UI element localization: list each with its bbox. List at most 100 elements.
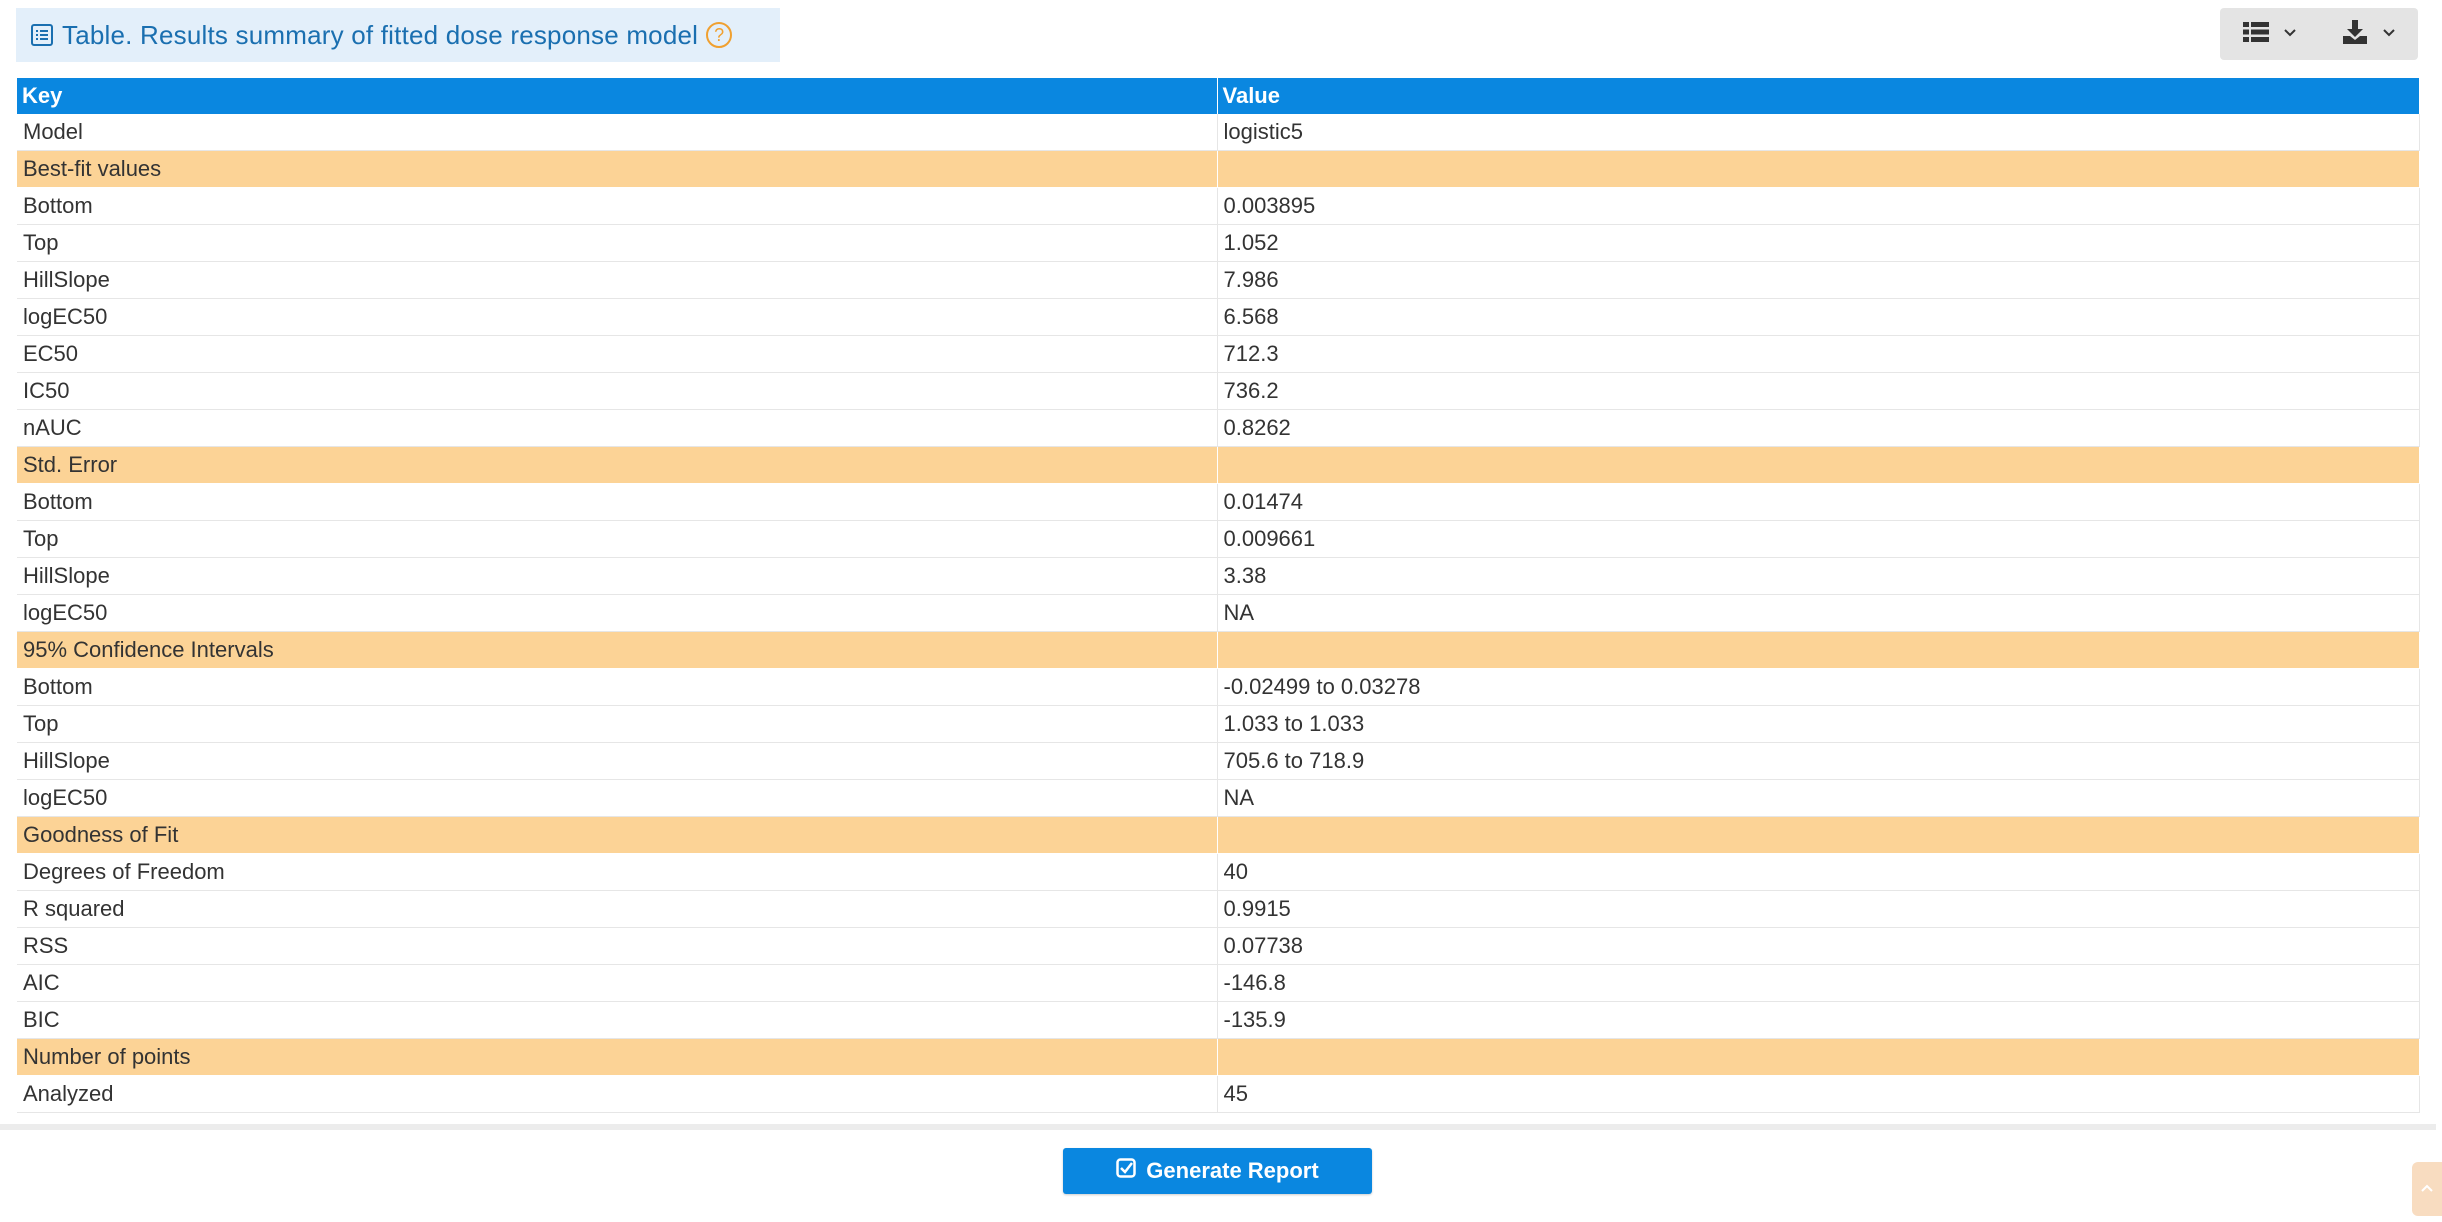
value-cell: 0.009661	[1217, 520, 2420, 558]
value-cell	[1217, 446, 2420, 484]
table-row: Bottom 0.01474	[17, 483, 2420, 521]
section-header-row: Best-fit values	[17, 150, 2420, 188]
value-cell	[1217, 631, 2420, 669]
key-cell: Top	[17, 520, 1218, 558]
key-cell: nAUC	[17, 409, 1218, 447]
table-row: Degrees of Freedom 40	[17, 853, 2420, 891]
value-cell: 3.38	[1217, 557, 2420, 595]
key-cell: Bottom	[17, 668, 1218, 706]
table-row: IC50 736.2	[17, 372, 2420, 410]
scroll-to-top-button[interactable]	[2412, 1162, 2442, 1216]
table-row: logEC50 6.568	[17, 298, 2420, 336]
value-cell: logistic5	[1217, 114, 2420, 151]
table-row: Top 0.009661	[17, 520, 2420, 558]
table-row: EC50 712.3	[17, 335, 2420, 373]
table-row: logEC50 NA	[17, 779, 2420, 817]
key-cell: logEC50	[17, 779, 1218, 817]
table-title: Table. Results summary of fitted dose re…	[62, 19, 699, 50]
section-header-row: Std. Error	[17, 446, 2420, 484]
table-row: Bottom 0.003895	[17, 187, 2420, 225]
value-cell: 712.3	[1217, 335, 2420, 373]
table-row: AIC -146.8	[17, 964, 2420, 1002]
key-cell: logEC50	[17, 594, 1218, 632]
column-header-key[interactable]: Key	[17, 78, 1218, 114]
key-cell: IC50	[17, 372, 1218, 410]
table-body: Model logistic5 Best-fit values Bottom 0.003…	[17, 114, 2420, 1113]
key-cell: BIC	[17, 1001, 1218, 1039]
table-list-icon	[30, 23, 54, 47]
table-row: Top 1.033 to 1.033	[17, 705, 2420, 743]
table-row: HillSlope 7.986	[17, 261, 2420, 299]
generate-report-button[interactable]: Generate Report	[1063, 1148, 1372, 1194]
section-title-cell: Goodness of Fit	[17, 816, 1218, 854]
value-cell: NA	[1217, 779, 2420, 817]
key-cell: AIC	[17, 964, 1218, 1002]
key-cell: Analyzed	[17, 1075, 1218, 1113]
table-row: HillSlope 705.6 to 718.9	[17, 742, 2420, 780]
table-row: Top 1.052	[17, 224, 2420, 262]
help-icon[interactable]: ?	[706, 22, 733, 48]
value-cell: 0.01474	[1217, 483, 2420, 521]
value-cell: 6.568	[1217, 298, 2420, 336]
download-dropdown-button[interactable]	[2319, 8, 2418, 60]
section-header-row: Number of points	[17, 1038, 2420, 1076]
section-title-cell: Number of points	[17, 1038, 1218, 1076]
key-cell: Model	[17, 114, 1218, 151]
value-cell: 0.07738	[1217, 927, 2420, 965]
table-row: Model logistic5	[17, 114, 2420, 151]
key-cell: Bottom	[17, 483, 1218, 521]
value-cell: -135.9	[1217, 1001, 2420, 1039]
value-cell: -0.02499 to 0.03278	[1217, 668, 2420, 706]
table-row: Bottom -0.02499 to 0.03278	[17, 668, 2420, 706]
table-row: RSS 0.07738	[17, 927, 2420, 965]
value-cell: 705.6 to 718.9	[1217, 742, 2420, 780]
value-cell	[1217, 1038, 2420, 1076]
value-cell: -146.8	[1217, 964, 2420, 1002]
value-cell: 40	[1217, 853, 2420, 891]
key-cell: logEC50	[17, 298, 1218, 336]
generate-report-label: Generate Report	[1146, 1158, 1319, 1183]
value-cell	[1217, 150, 2420, 188]
key-cell: Bottom	[17, 187, 1218, 225]
key-cell: R squared	[17, 890, 1218, 928]
column-header-value[interactable]: Value	[1217, 78, 2420, 114]
table-row: Analyzed 45	[17, 1075, 2420, 1113]
value-cell: 7.986	[1217, 261, 2420, 299]
key-cell: EC50	[17, 335, 1218, 373]
chevron-up-icon	[2420, 1180, 2434, 1198]
results-table: Key Value Model logistic5 Best-fit values B…	[17, 78, 2420, 1113]
value-cell: 0.8262	[1217, 409, 2420, 447]
table-row: logEC50 NA	[17, 594, 2420, 632]
value-cell: 0.003895	[1217, 187, 2420, 225]
table-row: BIC -135.9	[17, 1001, 2420, 1039]
download-icon	[2342, 19, 2368, 50]
section-header-row: 95% Confidence Intervals	[17, 631, 2420, 669]
key-cell: Top	[17, 224, 1218, 262]
section-header-row: Goodness of Fit	[17, 816, 2420, 854]
value-cell: 1.052	[1217, 224, 2420, 262]
table-view-dropdown-button[interactable]	[2220, 8, 2319, 60]
table-title-bar: Table. Results summary of fitted dose re…	[16, 8, 780, 62]
key-cell: Degrees of Freedom	[17, 853, 1218, 891]
table-header-row: Key Value	[17, 78, 2420, 114]
chevron-down-icon	[2283, 25, 2297, 43]
table-row: HillSlope 3.38	[17, 557, 2420, 595]
results-panel: Table. Results summary of fitted dose re…	[0, 0, 2436, 1130]
table-view-icon	[2242, 20, 2269, 49]
value-cell: 736.2	[1217, 372, 2420, 410]
section-title-cell: 95% Confidence Intervals	[17, 631, 1218, 669]
key-cell: RSS	[17, 927, 1218, 965]
key-cell: Top	[17, 705, 1218, 743]
table-row: nAUC 0.8262	[17, 409, 2420, 447]
table-row: R squared 0.9915	[17, 890, 2420, 928]
chevron-down-icon	[2382, 25, 2396, 43]
value-cell: NA	[1217, 594, 2420, 632]
section-title-cell: Best-fit values	[17, 150, 1218, 188]
value-cell: 1.033 to 1.033	[1217, 705, 2420, 743]
section-title-cell: Std. Error	[17, 446, 1218, 484]
value-cell: 45	[1217, 1075, 2420, 1113]
value-cell	[1217, 816, 2420, 854]
key-cell: HillSlope	[17, 742, 1218, 780]
key-cell: HillSlope	[17, 557, 1218, 595]
table-toolbar	[2220, 8, 2418, 60]
